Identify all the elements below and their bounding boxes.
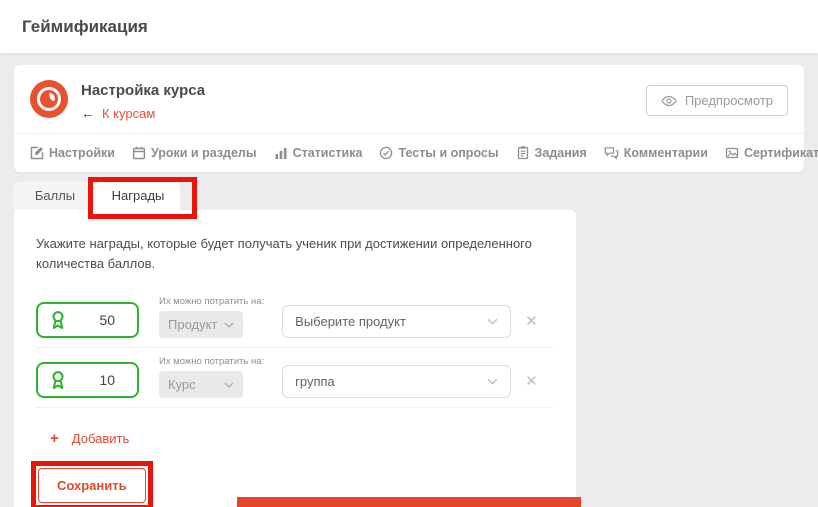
tab-certificates[interactable]: Сертификаты: [725, 146, 818, 160]
tab-label: Комментарии: [624, 146, 708, 160]
course-card-header: Настройка курса ← К курсам Предпросмотр: [14, 65, 804, 133]
eye-icon: [661, 95, 677, 107]
tab-label: Настройки: [49, 146, 115, 160]
points-value: 50: [99, 312, 127, 328]
page-header: Геймификация: [0, 0, 818, 53]
bottom-accent-bar: [237, 497, 581, 507]
tab-comments[interactable]: Комментарии: [604, 146, 708, 160]
chevron-down-icon: [224, 382, 234, 388]
remove-row-icon[interactable]: ✕: [525, 374, 538, 389]
reward-row: 10 Их можно потратить на: Курс группа ✕: [36, 348, 554, 408]
edit-icon: [30, 146, 44, 160]
course-info: Настройка курса ← К курсам: [81, 80, 205, 121]
spend-label: Их можно потратить на:: [159, 296, 264, 307]
rewards-panel: Укажите награды, которые будет получать …: [14, 210, 576, 507]
course-nav-tabs: Настройки Уроки и разделы Статистика Тес…: [14, 133, 804, 172]
annotation-box-save-button: Сохранить: [31, 461, 153, 507]
medal-icon: [49, 310, 67, 331]
points-input[interactable]: 50: [36, 302, 139, 338]
arrow-left-icon: ←: [81, 105, 95, 121]
points-value: 10: [99, 372, 127, 388]
chevron-down-icon: [487, 318, 498, 325]
screen: Геймификация Настройка курса ← К курсам: [0, 0, 818, 507]
target-select[interactable]: группа: [282, 365, 511, 398]
save-button[interactable]: Сохранить: [38, 468, 146, 503]
tab-label: Сертификаты: [744, 146, 818, 160]
tab-tests[interactable]: Тесты и опросы: [379, 146, 498, 160]
tab-label: Тесты и опросы: [398, 146, 498, 160]
tasks-icon: [516, 146, 530, 160]
subtab-rewards[interactable]: Награды: [96, 182, 180, 210]
spend-group: Их можно потратить на: Продукт: [159, 296, 264, 338]
back-link-label[interactable]: К курсам: [102, 106, 155, 121]
spend-label: Их можно потратить на:: [159, 356, 264, 367]
tab-label: Задания: [535, 146, 587, 160]
reward-row: 50 Их можно потратить на: Продукт Выбери…: [36, 288, 554, 348]
spend-type-value: Курс: [168, 377, 196, 392]
preview-button-label: Предпросмотр: [685, 93, 773, 108]
subtab-row: Баллы Награды: [14, 182, 818, 210]
back-to-courses-link[interactable]: ← К курсам: [81, 105, 205, 121]
calendar-icon: [132, 146, 146, 160]
spend-group: Их можно потратить на: Курс: [159, 356, 264, 398]
stats-icon: [274, 146, 288, 160]
target-select[interactable]: Выберите продукт: [282, 305, 511, 338]
subtab-points[interactable]: Баллы: [14, 182, 96, 210]
course-card: Настройка курса ← К курсам Предпросмотр …: [14, 65, 804, 172]
add-reward-button[interactable]: + Добавить: [36, 430, 129, 447]
tab-label: Статистика: [293, 146, 363, 160]
spend-type-select[interactable]: Курс: [159, 371, 243, 398]
course-title: Настройка курса: [81, 82, 205, 99]
comments-icon: [604, 146, 619, 160]
preview-button[interactable]: Предпросмотр: [646, 85, 788, 116]
spend-type-select[interactable]: Продукт: [159, 311, 243, 338]
add-label: Добавить: [72, 431, 129, 446]
plus-icon: +: [50, 430, 59, 447]
tab-lessons[interactable]: Уроки и разделы: [132, 146, 257, 160]
check-circle-icon: [379, 146, 393, 160]
tab-label: Уроки и разделы: [151, 146, 257, 160]
tab-statistics[interactable]: Статистика: [274, 146, 363, 160]
remove-row-icon[interactable]: ✕: [525, 314, 538, 329]
tab-assignments[interactable]: Задания: [516, 146, 587, 160]
course-logo-icon: [30, 80, 68, 118]
points-input[interactable]: 10: [36, 362, 139, 398]
spend-type-value: Продукт: [168, 317, 217, 332]
page-title: Геймификация: [22, 17, 148, 37]
rewards-description: Укажите награды, которые будет получать …: [36, 234, 544, 274]
target-value: группа: [295, 374, 335, 389]
chevron-down-icon: [487, 378, 498, 385]
target-value: Выберите продукт: [295, 314, 406, 329]
medal-icon: [49, 370, 67, 391]
chevron-down-icon: [224, 322, 234, 328]
tab-settings[interactable]: Настройки: [30, 146, 115, 160]
certificate-icon: [725, 146, 739, 160]
